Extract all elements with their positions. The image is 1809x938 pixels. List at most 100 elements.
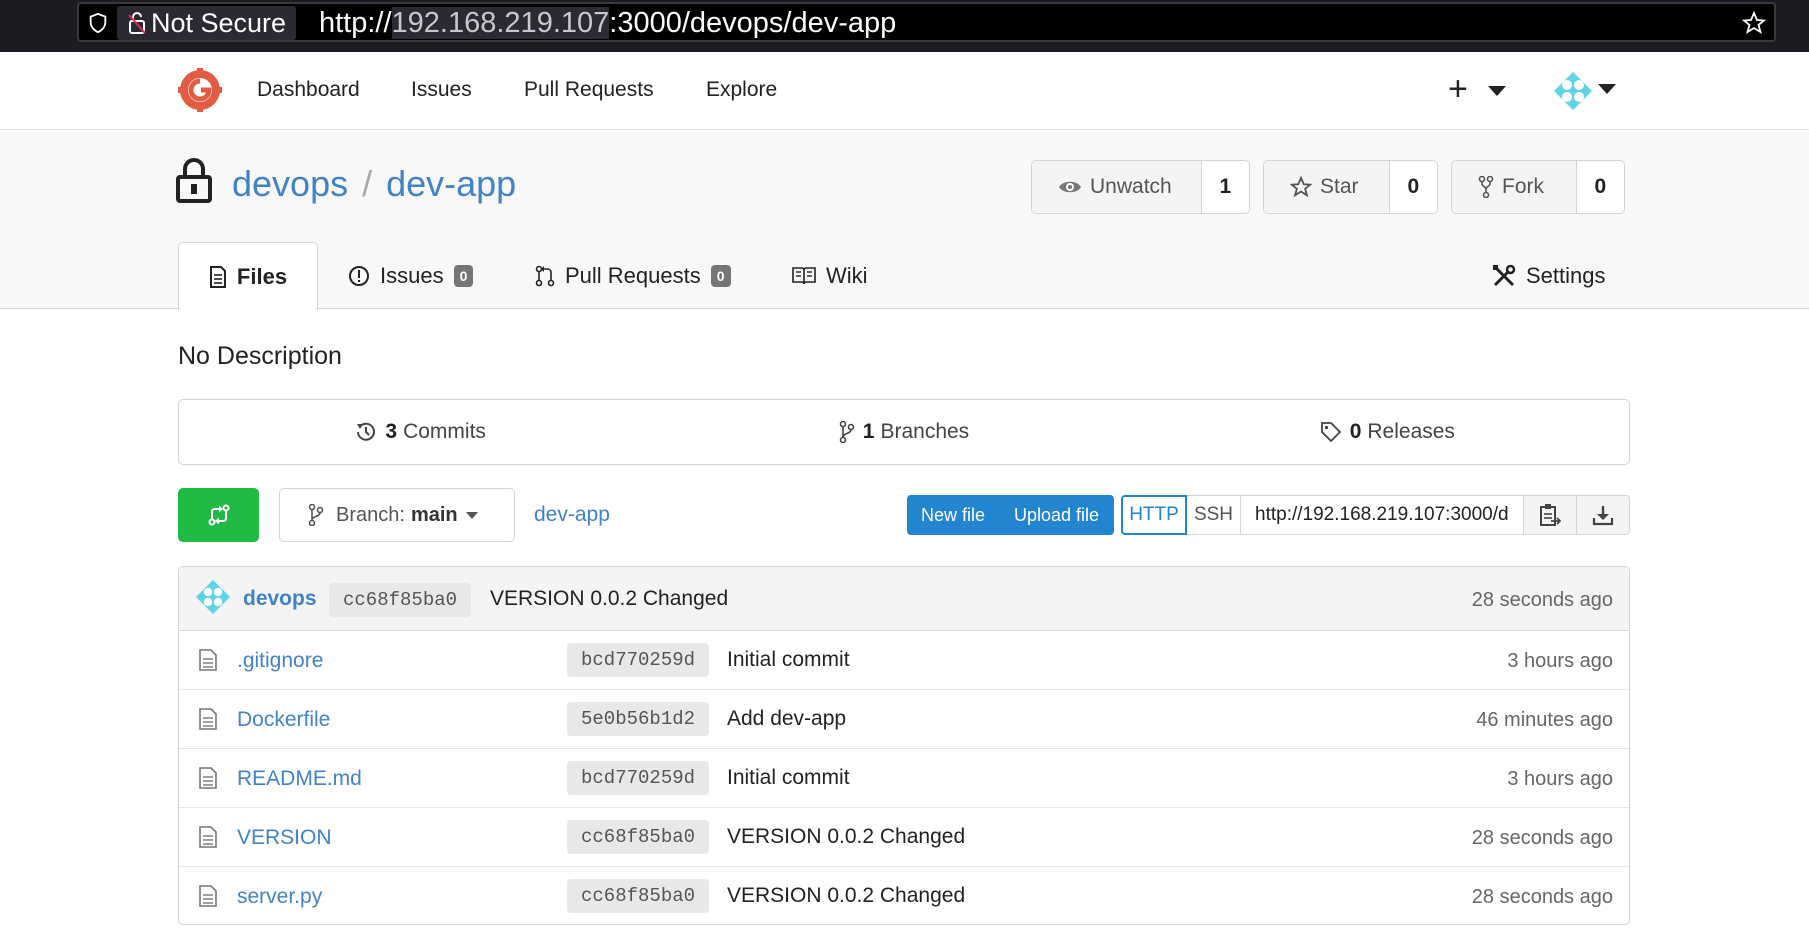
star-icon: [1290, 176, 1312, 198]
clone-url-input[interactable]: [1241, 495, 1524, 535]
star-count[interactable]: 0: [1389, 161, 1437, 213]
commit-message: VERSION 0.0.2 Changed: [490, 587, 729, 610]
file-commit-message[interactable]: Initial commit: [727, 766, 850, 790]
unwatch-button[interactable]: Unwatch: [1032, 161, 1202, 213]
breadcrumb-repo-link[interactable]: dev-app: [534, 503, 610, 527]
file-commit-time: 28 seconds ago: [1471, 886, 1613, 908]
file-commit-time: 3 hours ago: [1507, 650, 1613, 672]
compare-button[interactable]: [178, 488, 259, 542]
url-scheme: http://: [319, 7, 392, 39]
commit-author-avatar[interactable]: [195, 579, 231, 615]
git-compare-icon: [208, 504, 229, 526]
repo-name-link[interactable]: dev-app: [386, 163, 516, 204]
commits-count: 3: [385, 420, 398, 443]
issues-count-badge: 0: [453, 264, 474, 287]
file-icon: [199, 767, 217, 789]
file-name-link[interactable]: .gitignore: [237, 649, 323, 673]
copy-url-button[interactable]: [1523, 495, 1577, 535]
file-row: Dockerfile 5e0b56b1d2 Add dev-app 46 min…: [179, 690, 1629, 749]
broken-lock-icon: [128, 12, 146, 34]
tab-issues[interactable]: Issues 0: [348, 242, 474, 309]
branches-count: 1: [862, 420, 875, 443]
watch-count[interactable]: 1: [1201, 161, 1249, 213]
repo-title: devops / dev-app: [232, 163, 516, 205]
create-dropdown-caret-icon[interactable]: [1488, 86, 1506, 96]
fork-icon: [1478, 176, 1494, 198]
file-row: VERSION cc68f85ba0 VERSION 0.0.2 Changed…: [179, 808, 1629, 867]
not-secure-label: Not Secure: [151, 7, 287, 38]
releases-count: 0: [1349, 420, 1362, 443]
repo-owner-link[interactable]: devops: [232, 163, 348, 204]
tools-icon: [1493, 264, 1516, 286]
tab-pull-requests[interactable]: Pull Requests 0: [535, 242, 731, 309]
tab-wiki[interactable]: Wiki: [792, 242, 868, 309]
file-commit-message[interactable]: Initial commit: [727, 648, 850, 672]
fork-count[interactable]: 0: [1576, 161, 1624, 213]
not-secure-indicator[interactable]: Not Secure: [117, 6, 297, 40]
browser-toolbar: Not Secure http://192.168.219.107:3000/d…: [0, 0, 1809, 52]
clone-ssh-button[interactable]: SSH: [1187, 495, 1241, 535]
issue-opened-icon: [349, 265, 369, 286]
file-row: .gitignore bcd770259d Initial commit 3 h…: [179, 631, 1629, 690]
fork-button[interactable]: Fork: [1452, 161, 1577, 213]
commit-author-link[interactable]: devops: [243, 587, 317, 611]
file-name-link[interactable]: server.py: [237, 885, 322, 909]
tab-files[interactable]: Files: [178, 242, 318, 310]
create-new-button[interactable]: +: [1448, 72, 1468, 106]
commit-sha-link[interactable]: cc68f85ba0: [329, 583, 472, 617]
pull-requests-count-badge: 0: [710, 264, 731, 287]
new-file-button[interactable]: New file: [907, 495, 999, 535]
file-name-link[interactable]: Dockerfile: [237, 708, 330, 732]
nav-dashboard[interactable]: Dashboard: [257, 78, 360, 102]
tab-settings-label: Settings: [1526, 262, 1606, 288]
releases-stat[interactable]: 0 Releases: [1146, 400, 1629, 464]
address-bar[interactable]: Not Secure http://192.168.219.107:3000/d…: [77, 2, 1776, 42]
file-icon: [199, 708, 217, 730]
file-name-link[interactable]: VERSION: [237, 826, 332, 850]
chevron-down-icon: [465, 511, 478, 519]
unwatch-label: Unwatch: [1090, 175, 1172, 198]
nav-issues[interactable]: Issues: [411, 78, 472, 102]
file-name-link[interactable]: README.md: [237, 767, 362, 791]
file-commit-message[interactable]: Add dev-app: [727, 707, 846, 731]
tab-wiki-label: Wiki: [826, 262, 868, 288]
bookmark-star-icon[interactable]: [1742, 11, 1766, 35]
file-icon: [199, 885, 217, 907]
file-commit-time: 3 hours ago: [1507, 768, 1613, 790]
file-commit-sha[interactable]: cc68f85ba0: [567, 820, 710, 854]
file-commit-message[interactable]: VERSION 0.0.2 Changed: [727, 825, 965, 849]
file-commit-sha[interactable]: 5e0b56b1d2: [567, 702, 710, 736]
tag-icon: [1320, 422, 1341, 443]
branches-stat[interactable]: 1 Branches: [662, 400, 1145, 464]
file-commit-message[interactable]: VERSION 0.0.2 Changed: [727, 884, 965, 908]
fork-label: Fork: [1502, 175, 1544, 198]
gitea-logo-icon[interactable]: [178, 68, 222, 112]
url-text[interactable]: http://192.168.219.107:3000/devops/dev-a…: [319, 7, 896, 40]
commit-time: 28 seconds ago: [1471, 589, 1613, 611]
nav-pull-requests[interactable]: Pull Requests: [524, 78, 654, 102]
star-button[interactable]: Star: [1264, 161, 1390, 213]
url-path: :3000/devops/dev-app: [609, 7, 897, 39]
user-menu-caret-icon[interactable]: [1598, 84, 1616, 94]
tab-settings[interactable]: Settings: [1492, 242, 1606, 309]
nav-explore[interactable]: Explore: [706, 78, 777, 102]
clone-http-button[interactable]: HTTP: [1121, 495, 1187, 535]
clipboard-icon: [1540, 504, 1561, 526]
file-commit-time: 46 minutes ago: [1476, 709, 1613, 731]
commits-stat[interactable]: 3 Commits: [179, 400, 662, 464]
user-avatar[interactable]: [1552, 70, 1594, 112]
star-button-group: Star 0: [1263, 160, 1438, 214]
shield-icon[interactable]: [87, 12, 109, 34]
top-navbar: Dashboard Issues Pull Requests Explore +: [0, 52, 1809, 130]
file-commit-sha[interactable]: bcd770259d: [567, 761, 710, 795]
repo-description: No Description: [178, 342, 342, 370]
upload-file-button[interactable]: Upload file: [999, 495, 1114, 535]
branch-dropdown[interactable]: Branch: main: [279, 488, 515, 542]
repo-stats-bar: 3 Commits 1 Branches 0 Releases: [178, 399, 1630, 465]
file-commit-sha[interactable]: cc68f85ba0: [567, 879, 710, 913]
download-icon: [1592, 506, 1614, 526]
commits-label: Commits: [403, 420, 486, 443]
download-button[interactable]: [1576, 495, 1630, 535]
file-commit-sha[interactable]: bcd770259d: [567, 643, 710, 677]
eye-icon: [1059, 181, 1081, 193]
